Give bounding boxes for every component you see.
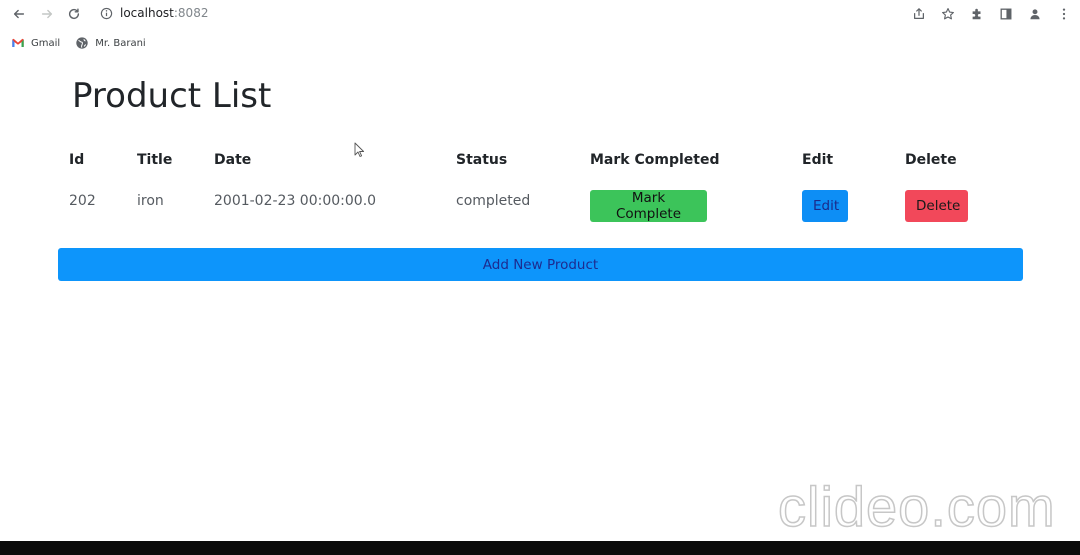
column-header-status: Status: [456, 152, 508, 168]
address-bar[interactable]: localhost:8082: [100, 3, 208, 23]
cell-id: 202: [69, 193, 96, 209]
info-icon[interactable]: [100, 7, 113, 20]
column-header-edit: Edit: [802, 152, 834, 168]
bookmark-label: Gmail: [31, 37, 61, 49]
page-title: Product List: [72, 76, 272, 116]
cell-status: completed: [456, 193, 531, 209]
add-new-product-button[interactable]: Add New Product: [58, 248, 1023, 281]
column-header-id: Id: [69, 152, 85, 168]
edit-button[interactable]: Edit: [802, 190, 848, 222]
share-icon[interactable]: [911, 6, 927, 22]
side-panel-icon[interactable]: [998, 6, 1014, 22]
video-bottom-bar: [0, 541, 1080, 555]
reload-icon[interactable]: [64, 4, 84, 24]
table-row: 202 iron 2001-02-23 00:00:00.0 completed…: [0, 188, 1080, 222]
extensions-puzzle-icon[interactable]: [969, 6, 985, 22]
cell-date: 2001-02-23 00:00:00.0: [214, 193, 377, 209]
menu-kebab-icon[interactable]: [1056, 6, 1072, 22]
column-header-title: Title: [137, 152, 173, 168]
column-header-delete: Delete: [905, 152, 957, 168]
back-arrow-icon[interactable]: [9, 4, 29, 24]
mouse-cursor-icon: [354, 142, 365, 157]
profile-icon[interactable]: [1027, 6, 1043, 22]
delete-button[interactable]: Delete: [905, 190, 968, 222]
bookmarks-bar: Gmail Mr. Barani: [0, 32, 1080, 54]
table-header-row: Id Title Date Status Mark Completed Edit…: [0, 145, 1080, 175]
url-text[interactable]: localhost:8082: [120, 6, 208, 20]
bookmark-mr-barani[interactable]: Mr. Barani: [75, 36, 146, 50]
watermark: clideo.com: [777, 474, 1056, 539]
forward-arrow-icon[interactable]: [37, 4, 57, 24]
bookmark-label: Mr. Barani: [95, 37, 146, 49]
gmail-icon: [11, 36, 25, 50]
star-icon[interactable]: [940, 6, 956, 22]
column-header-date: Date: [214, 152, 252, 168]
browser-toolbar: localhost:8082: [0, 0, 1080, 28]
cell-title: iron: [137, 193, 164, 209]
globe-icon: [75, 36, 89, 50]
bookmark-gmail[interactable]: Gmail: [11, 36, 60, 50]
column-header-mark-completed: Mark Completed: [590, 152, 720, 168]
mark-complete-button[interactable]: Mark Complete: [590, 190, 707, 222]
